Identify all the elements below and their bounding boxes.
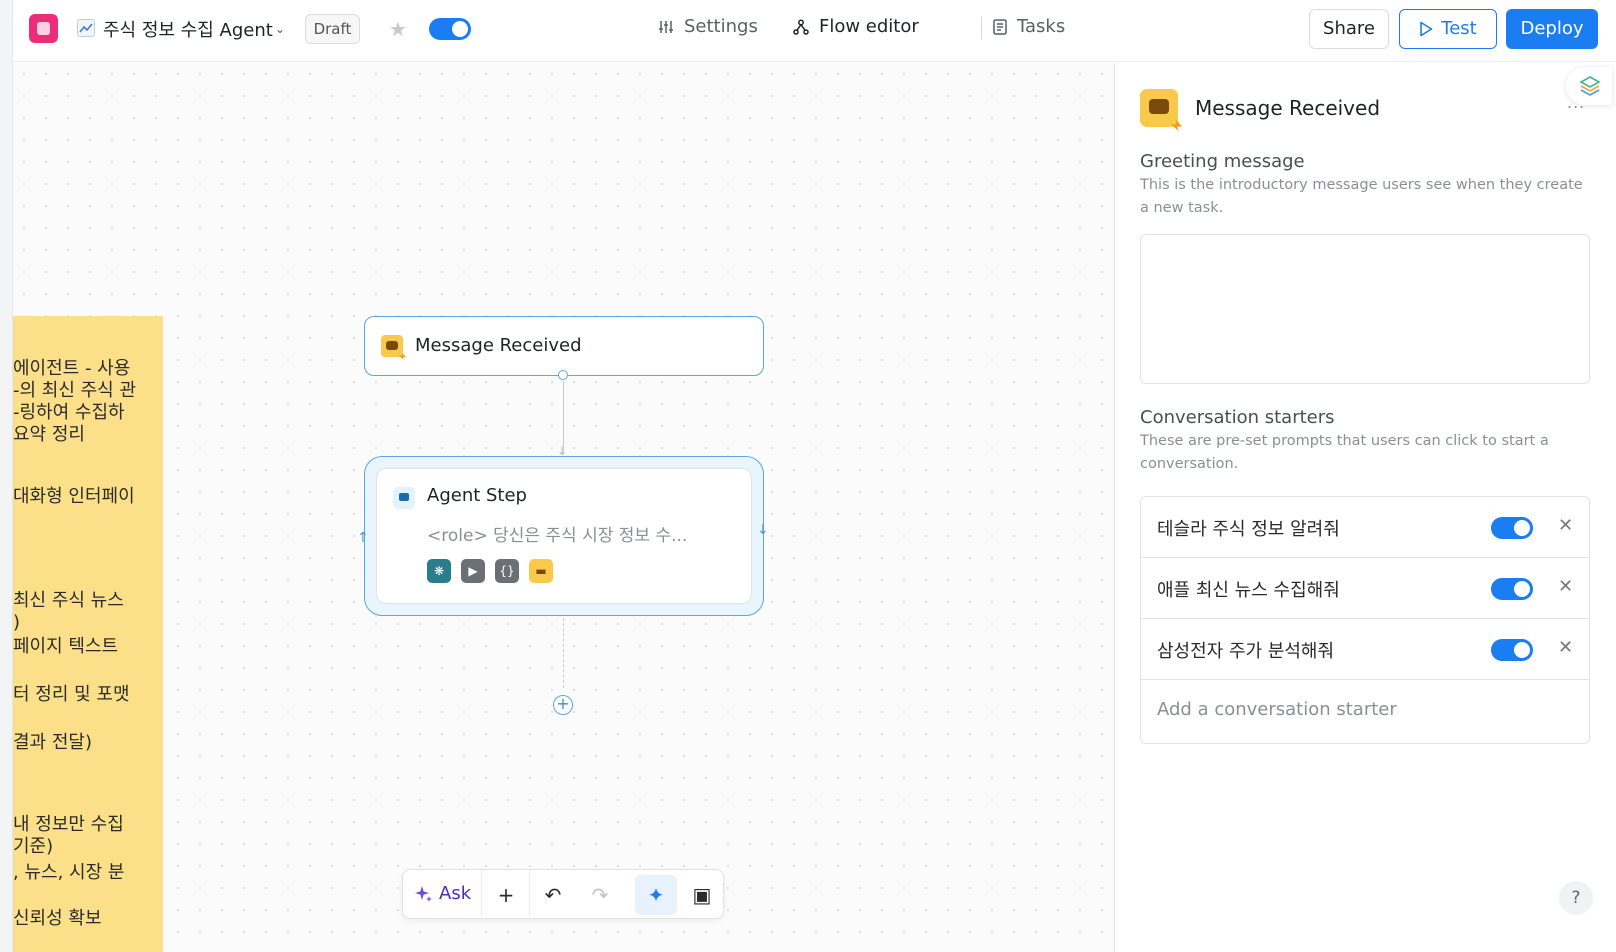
auto-layout-icon[interactable]: ✦ (643, 882, 669, 908)
connector-line (563, 381, 564, 453)
close-icon[interactable]: ✕ (1558, 515, 1573, 536)
sticky-note-line: 내 정보만 수집 (13, 814, 124, 835)
conversation-starters-list: 테슬라 주식 정보 알려줘 ✕ 애플 최신 뉴스 수집해줘 ✕ 삼성전자 주가 … (1140, 496, 1590, 744)
starter-row[interactable]: 테슬라 주식 정보 알려줘 ✕ (1141, 497, 1589, 558)
loop-arrow-down-icon: ↓ (757, 522, 769, 538)
web-search-tool-icon[interactable]: ❋ (427, 559, 451, 583)
ask-button[interactable]: Ask (415, 883, 471, 904)
code-tool-icon[interactable]: {} (495, 559, 519, 583)
close-icon[interactable]: ✕ (1558, 637, 1573, 658)
add-step-button[interactable]: + (553, 695, 573, 715)
node-label: Message Received (415, 335, 582, 356)
connector-handle[interactable] (558, 370, 568, 380)
chat-trigger-icon (1140, 89, 1178, 127)
robot-icon (393, 487, 415, 509)
test-button[interactable]: Test (1399, 9, 1497, 49)
node-settings-panel: Message Received ... Greeting message Th… (1114, 63, 1616, 952)
flow-icon (793, 19, 809, 35)
star-icon[interactable]: ★ (389, 17, 407, 41)
tab-label: Flow editor (819, 16, 919, 37)
starter-toggle[interactable] (1491, 578, 1533, 600)
chat-trigger-icon (381, 335, 403, 357)
sticky-note-line: -링하여 수집하 (13, 402, 125, 423)
sticky-note-line: 페이지 텍스트 (13, 636, 119, 657)
browser-tool-icon[interactable]: ▶ (461, 559, 485, 583)
greeting-label: Greeting message (1140, 151, 1305, 172)
sticky-note-line: 터 정리 및 포맷 (13, 684, 130, 705)
toolbar-divider (529, 870, 530, 920)
starters-label: Conversation starters (1140, 407, 1335, 428)
tab-label: Settings (684, 16, 758, 37)
document-icon (993, 18, 1007, 35)
sparkle-icon (415, 885, 432, 902)
app-logo[interactable] (29, 14, 58, 43)
undo-icon[interactable]: ↶ (540, 882, 566, 908)
dashed-connector (563, 618, 564, 688)
tab-settings[interactable]: Settings (658, 16, 758, 37)
sticky-note[interactable]: 에이전트 - 사용 -의 최신 주식 관 -링하여 수집하 요약 정리 대화형 … (13, 316, 163, 952)
sticky-note-line: 기준) (13, 836, 54, 857)
sticky-note-line: ) (13, 612, 21, 633)
panel-title: Message Received (1195, 96, 1381, 120)
loop-arrow-up-icon: ↑ (357, 530, 369, 546)
help-button[interactable]: ? (1559, 881, 1593, 915)
sliders-icon (659, 20, 673, 33)
sticky-note-line: 요약 정리 (13, 424, 85, 445)
add-starter-input[interactable]: Add a conversation starter (1157, 699, 1397, 720)
greeting-message-input[interactable] (1140, 234, 1590, 384)
chevron-down-icon[interactable]: ⌄ (275, 22, 285, 36)
status-badge: Draft (305, 14, 360, 44)
message-tool-icon[interactable]: ▬ (529, 559, 553, 583)
agent-step-description: <role> 당신은 주식 시장 정보 수... (427, 526, 688, 546)
sticky-note-line: , 뉴스, 시장 분 (13, 862, 125, 883)
starter-text[interactable]: 삼성전자 주가 분석해줘 (1157, 637, 1334, 663)
canvas-toolbar: Ask + ↶ ↷ ✦ ▣ (402, 869, 724, 920)
left-edge-strip (0, 0, 13, 952)
chart-icon (77, 19, 95, 37)
sticky-note-line: 신뢰성 확보 (13, 908, 102, 929)
sticky-note-line: 결과 전달) (13, 732, 92, 753)
top-bar: 주식 정보 수집 Agent ⌄ Draft ★ Settings Flow e… (13, 0, 1616, 62)
deploy-button[interactable]: Deploy (1506, 9, 1598, 49)
sticky-note-line: 대화형 인터페이 (13, 486, 135, 507)
starter-text[interactable]: 테슬라 주식 정보 알려줘 (1157, 515, 1340, 541)
redo-icon[interactable]: ↷ (587, 882, 613, 908)
sticky-note-line: 최신 주식 뉴스 (13, 590, 124, 611)
toolbar-divider (481, 870, 482, 920)
sticky-note-line: -의 최신 주식 관 (13, 380, 137, 401)
sticky-note-line: 에이전트 - 사용 (13, 358, 131, 379)
test-label: Test (1441, 18, 1477, 39)
starter-toggle[interactable] (1491, 639, 1533, 661)
starter-row[interactable]: 삼성전자 주가 분석해줘 ✕ (1141, 619, 1589, 680)
starter-text[interactable]: 애플 최신 뉴스 수집해줘 (1157, 576, 1340, 602)
tab-tasks[interactable]: Tasks (993, 16, 1065, 37)
tab-label: Tasks (1017, 16, 1066, 37)
starter-toggle[interactable] (1491, 517, 1533, 539)
message-received-node[interactable]: Message Received (364, 316, 764, 376)
starters-description: These are pre-set prompts that users can… (1140, 433, 1549, 472)
more-icon[interactable]: ... (1567, 93, 1585, 112)
agent-enabled-toggle[interactable] (429, 18, 471, 40)
share-button[interactable]: Share (1309, 9, 1389, 49)
add-node-icon[interactable]: + (493, 882, 519, 908)
agent-step-title: Agent Step (427, 485, 527, 506)
ask-label: Ask (439, 883, 472, 904)
fit-view-icon[interactable]: ▣ (689, 882, 715, 908)
greeting-description: This is the introductory message users s… (1140, 177, 1583, 216)
starter-row[interactable]: 애플 최신 뉴스 수집해줘 ✕ (1141, 558, 1589, 619)
agent-name[interactable]: 주식 정보 수집 Agent (103, 16, 273, 42)
agent-step-node[interactable]: Agent Step <role> 당신은 주식 시장 정보 수... ❋ ▶ … (376, 468, 752, 604)
nav-divider (981, 17, 982, 39)
tab-flow-editor[interactable]: Flow editor (793, 16, 919, 37)
close-icon[interactable]: ✕ (1558, 576, 1573, 597)
play-icon (1420, 21, 1433, 37)
